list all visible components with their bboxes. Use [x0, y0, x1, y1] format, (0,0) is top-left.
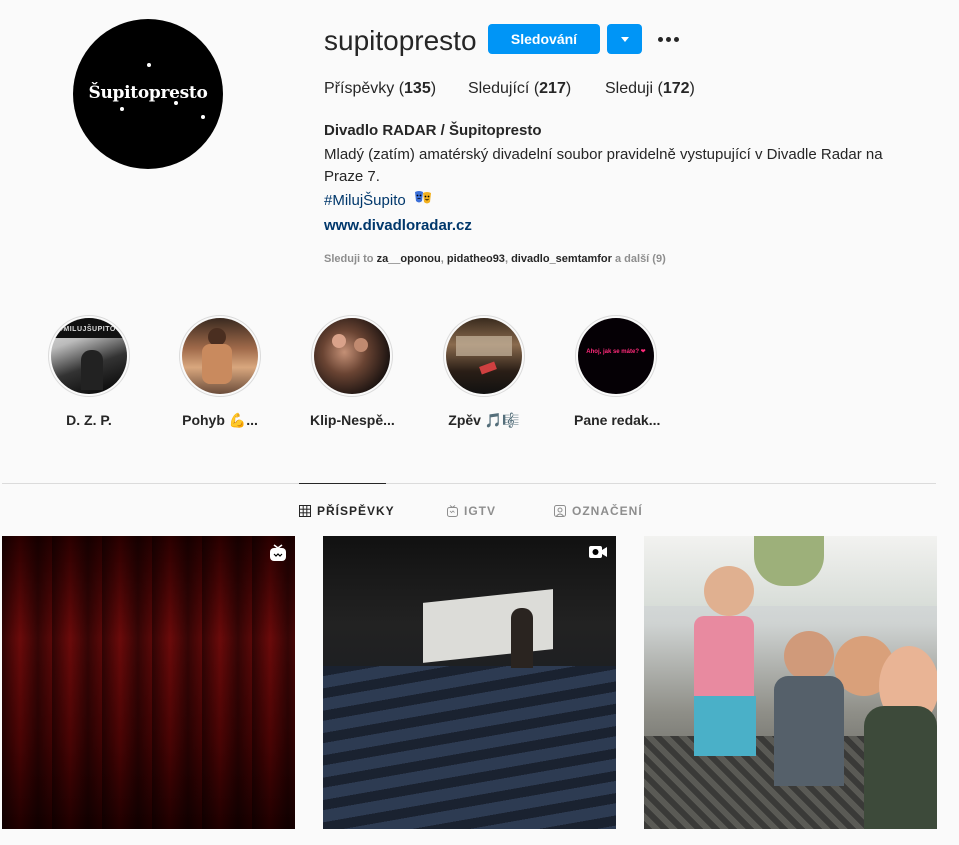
suggestions-dropdown-button[interactable] [607, 24, 642, 54]
tab-tagged[interactable]: OZNAČENÍ [554, 504, 643, 518]
tab-igtv[interactable]: IGTV [447, 504, 496, 518]
followed-by-user: pidatheo93 [446, 253, 505, 265]
posts-stat-label: Příspěvky [324, 80, 395, 97]
posts-stat-value: 135 [404, 80, 431, 97]
profile-username: supitopresto [324, 25, 477, 56]
followers-link[interactable]: Sledující (217) [468, 80, 571, 98]
dot-icon [665, 36, 671, 42]
chevron-down-icon [620, 36, 629, 42]
tagged-person-icon [554, 505, 566, 517]
performing-arts-emoji-icon [414, 191, 431, 204]
story-highlight[interactable]: Klip-Nespě... [310, 315, 395, 428]
post-thumbnail[interactable] [323, 536, 616, 829]
highlight-label: Pane redak... [574, 412, 661, 428]
hashtag-link[interactable]: #MilujŠupito [324, 190, 432, 212]
igtv-icon [447, 505, 458, 517]
story-highlight[interactable]: Zpěv 🎵🎼 [442, 315, 526, 429]
post-thumbnail[interactable] [2, 536, 295, 829]
followed-by-user: divadlo_semtamfor [511, 253, 612, 265]
story-highlight[interactable]: Ahoj, jak se máte? ❤ Pane redak... [574, 315, 661, 428]
highlight-label: Klip-Nespě... [310, 412, 395, 428]
hashtag-text: #MilujŠupito [324, 192, 406, 209]
following-stat-label: Sleduji [605, 80, 654, 97]
highlight-cover-image: #MILUJŠUPITO [51, 318, 127, 394]
following-stat-value: 172 [662, 80, 690, 97]
following-link[interactable]: Sleduji (172) [605, 80, 695, 98]
website-link[interactable]: www.divadloradar.cz [324, 215, 472, 237]
followed-by-user: za__oponou [376, 253, 441, 265]
followers-stat-label: Sledující [468, 80, 530, 97]
profile-bio: Mladý (zatím) amatérský divadelní soubor… [324, 146, 883, 185]
active-tab-indicator [299, 483, 386, 484]
tab-tagged-label: OZNAČENÍ [572, 504, 643, 518]
video-icon [589, 546, 607, 558]
followers-stat-value: 217 [539, 80, 566, 97]
highlight-cover-image [182, 318, 258, 394]
highlight-cover-image: Ahoj, jak se máte? ❤ [578, 318, 654, 394]
story-highlight[interactable]: #MILUJŠUPITO D. Z. P. [47, 315, 131, 428]
tab-posts[interactable]: PŘÍSPĚVKY [299, 504, 395, 518]
followed-by-prefix: Sleduji to [324, 253, 374, 265]
avatar-logo-text: Šupitopresto [88, 83, 208, 103]
highlight-label: Zpěv 🎵🎼 [448, 412, 520, 428]
profile-full-name: Divadlo RADAR / Šupitopresto [324, 122, 542, 139]
following-button[interactable]: Sledování [488, 24, 600, 54]
post-thumbnail[interactable] [644, 536, 937, 829]
highlight-label: D. Z. P. [66, 412, 112, 428]
story-highlight[interactable]: Pohyb 💪... [178, 315, 262, 429]
grid-icon [299, 505, 311, 517]
highlight-label: Pohyb 💪... [182, 412, 258, 428]
profile-avatar[interactable]: Šupitopresto [73, 19, 223, 169]
dot-icon [673, 36, 679, 42]
tabs-divider [2, 483, 936, 484]
more-options-button[interactable] [653, 27, 683, 51]
tab-igtv-label: IGTV [464, 504, 497, 518]
highlight-sign-text: #MILUJŠUPITO [59, 326, 116, 333]
followed-by-text[interactable]: Sleduji to za__oponou, pidatheo93, divad… [324, 252, 666, 266]
highlight-cover-text: Ahoj, jak se máte? ❤ [586, 349, 646, 355]
followed-by-suffix: a další (9) [615, 253, 666, 265]
posts-count-stat: Příspěvky (135) [324, 80, 437, 97]
tab-posts-label: PŘÍSPĚVKY [317, 504, 395, 518]
igtv-icon [270, 544, 286, 561]
highlight-cover-image [446, 318, 522, 394]
highlight-cover-image [314, 318, 390, 394]
dot-icon [657, 36, 663, 42]
